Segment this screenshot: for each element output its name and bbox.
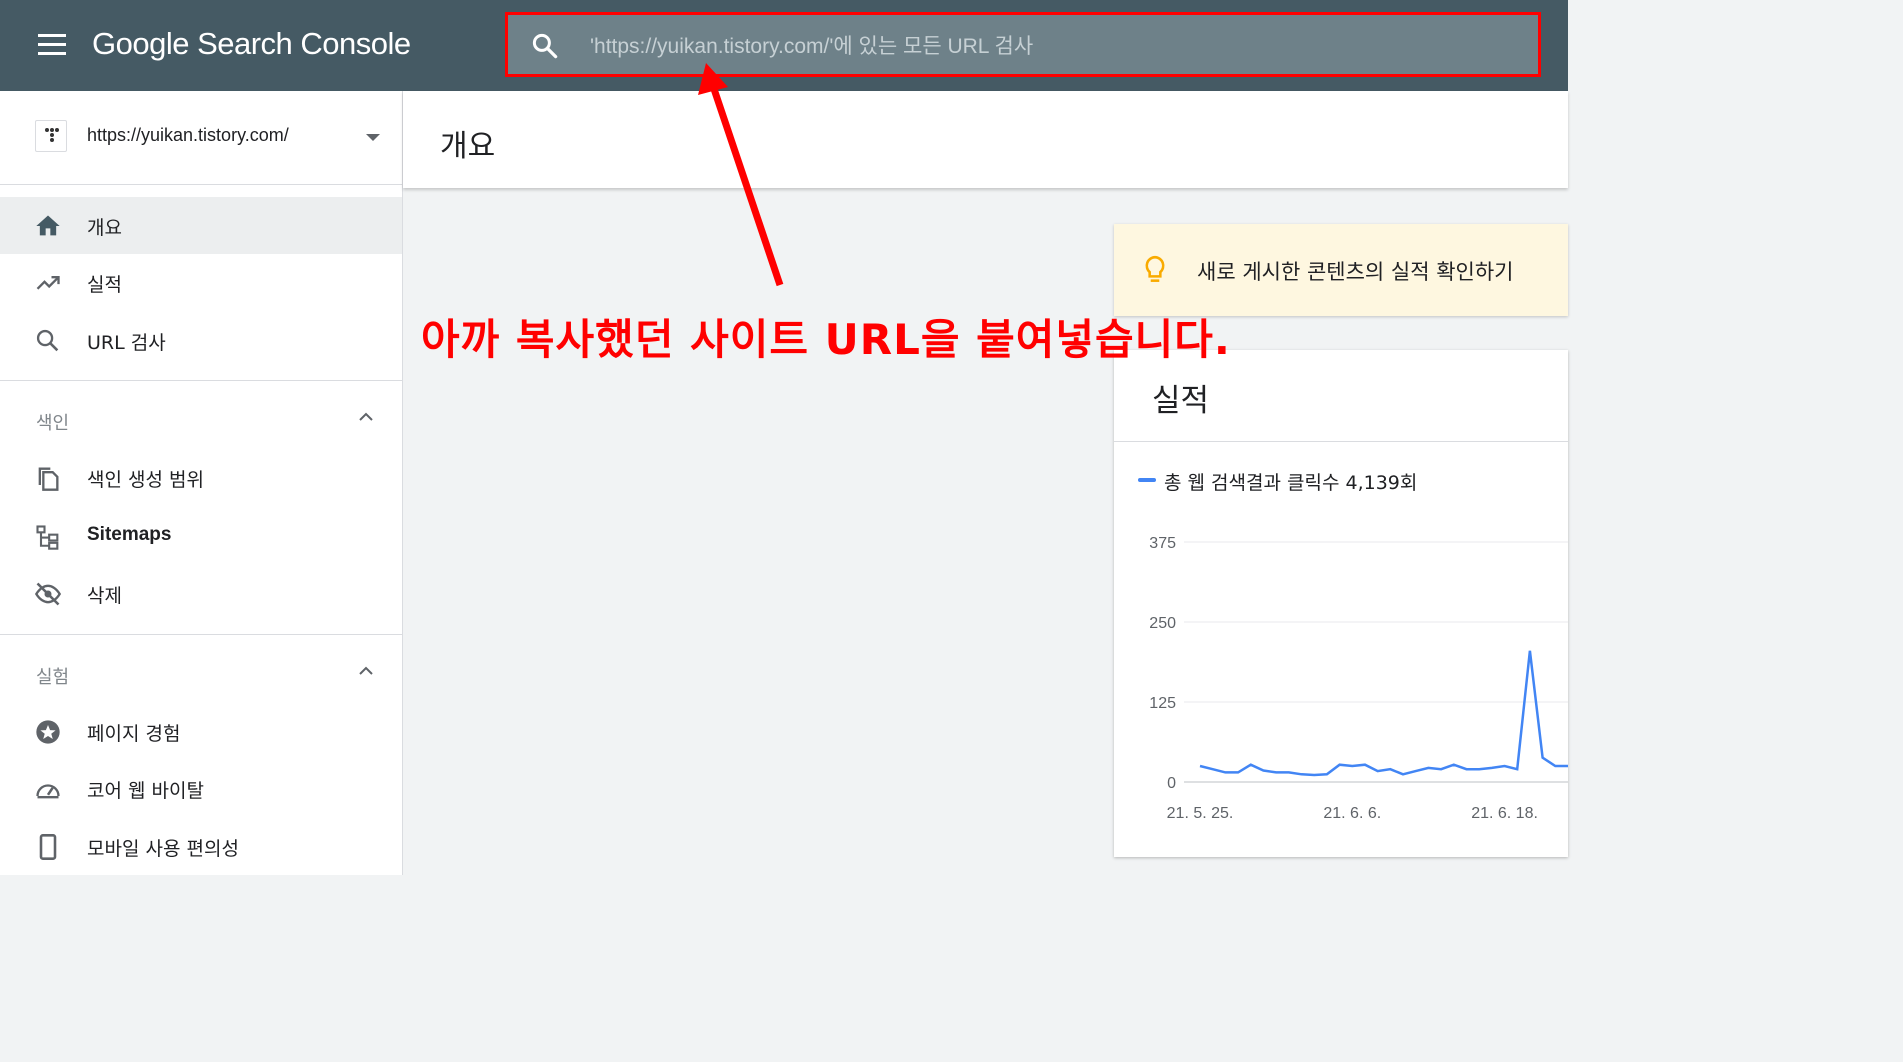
chevron-up-icon[interactable]: [356, 663, 376, 677]
smartphone-icon: [39, 834, 57, 860]
sidebar-item-core-web-vitals[interactable]: 코어 웹 바이탈: [0, 760, 402, 817]
sidebar-item-label: 실적: [87, 274, 122, 296]
sidebar-item-label: 개요: [87, 217, 122, 239]
trending-up-icon: [36, 276, 60, 290]
sidebar-item-page-experience[interactable]: 페이지 경험: [0, 703, 402, 760]
page-title: 개요: [440, 129, 496, 164]
section-header-index[interactable]: 색인: [0, 385, 402, 455]
sitemap-icon: [36, 525, 59, 550]
sidebar-item-label: 페이지 경험: [87, 723, 181, 745]
sidebar-item-sitemaps[interactable]: Sitemaps: [0, 508, 402, 565]
copy-pages-icon: [38, 467, 59, 491]
dropdown-caret-icon[interactable]: [366, 134, 380, 141]
property-selector[interactable]: https://yuikan.tistory.com/: [0, 91, 402, 185]
x-tick-label: 21. 6. 6.: [1323, 805, 1381, 822]
sidebar-item-overview[interactable]: 개요: [0, 197, 402, 254]
sidebar-item-removals[interactable]: 삭제: [0, 565, 402, 622]
performance-card[interactable]: 실적 총 웹 검색결과 클릭수 4,139회 0 125 250 375 21. 5. …: [1114, 350, 1568, 857]
sidebar-item-url-inspection[interactable]: URL 검사: [0, 312, 402, 369]
clicks-line-chart: 0 125 250 375 21. 5. 25. 21. 6. 6. 21. 6. 18.: [1149, 535, 1568, 822]
sidebar-divider: [0, 380, 402, 381]
sidebar-divider: [0, 634, 402, 635]
search-icon[interactable]: [530, 31, 560, 61]
performance-title: 실적: [1152, 383, 1210, 419]
visibility-off-icon: [34, 582, 62, 606]
sidebar-item-label: 색인 생성 범위: [87, 469, 204, 491]
sidebar-item-performance[interactable]: 실적: [0, 254, 402, 311]
lightbulb-icon: [1145, 255, 1165, 282]
x-tick-label: 21. 6. 18.: [1471, 805, 1538, 822]
y-tick-label: 0: [1167, 775, 1176, 792]
tip-text: 새로 게시한 콘텐츠의 실적 확인하기: [1197, 260, 1514, 284]
url-inspection-search-bar[interactable]: [505, 12, 1541, 77]
home-icon: [36, 215, 60, 236]
series-line: [1199, 650, 1568, 777]
sidebar-item-label: URL 검사: [87, 332, 166, 354]
x-tick-label: 21. 5. 25.: [1167, 805, 1234, 822]
section-header-experimental[interactable]: 실험: [0, 639, 402, 709]
chevron-up-icon[interactable]: [356, 409, 376, 423]
sidebar-item-index-coverage[interactable]: 색인 생성 범위: [0, 449, 402, 506]
annotation-text: 아까 복사했던 사이트 URL을 붙여넣습니다.: [421, 315, 1231, 364]
y-tick-label: 250: [1149, 615, 1176, 632]
y-tick-label: 125: [1149, 695, 1176, 712]
section-label: 색인: [36, 413, 70, 434]
sidebar-item-label: 코어 웹 바이탈: [87, 780, 204, 802]
search-icon: [36, 329, 59, 352]
property-favicon: [35, 120, 67, 152]
annotation-arrow: [698, 63, 784, 287]
tistory-logo-icon: [45, 128, 59, 142]
section-label: 실험: [36, 667, 70, 688]
speedometer-icon: [36, 784, 60, 799]
page-header: 개요: [403, 91, 1568, 188]
sidebar-item-label: 모바일 사용 편의성: [87, 838, 239, 860]
legend-swatch: [1138, 478, 1156, 482]
legend-label: 총 웹 검색결과 클릭수 4,139회: [1164, 472, 1418, 494]
card-divider: [1114, 441, 1568, 442]
sidebar-item-mobile-usability[interactable]: 모바일 사용 편의성: [0, 818, 402, 875]
sidebar-item-label: Sitemaps: [87, 524, 172, 545]
hamburger-menu-icon[interactable]: [38, 34, 66, 56]
y-tick-label: 375: [1149, 535, 1176, 552]
sidebar-item-label: 삭제: [87, 585, 122, 607]
tip-card[interactable]: 새로 게시한 콘텐츠의 실적 확인하기: [1114, 224, 1568, 316]
app-logo[interactable]: Google Search Console: [92, 26, 411, 62]
star-badge-icon: [36, 720, 60, 744]
property-url: https://yuikan.tistory.com/: [87, 125, 289, 145]
sidebar: https://yuikan.tistory.com/ 개요 실적 URL 검사…: [0, 91, 403, 875]
